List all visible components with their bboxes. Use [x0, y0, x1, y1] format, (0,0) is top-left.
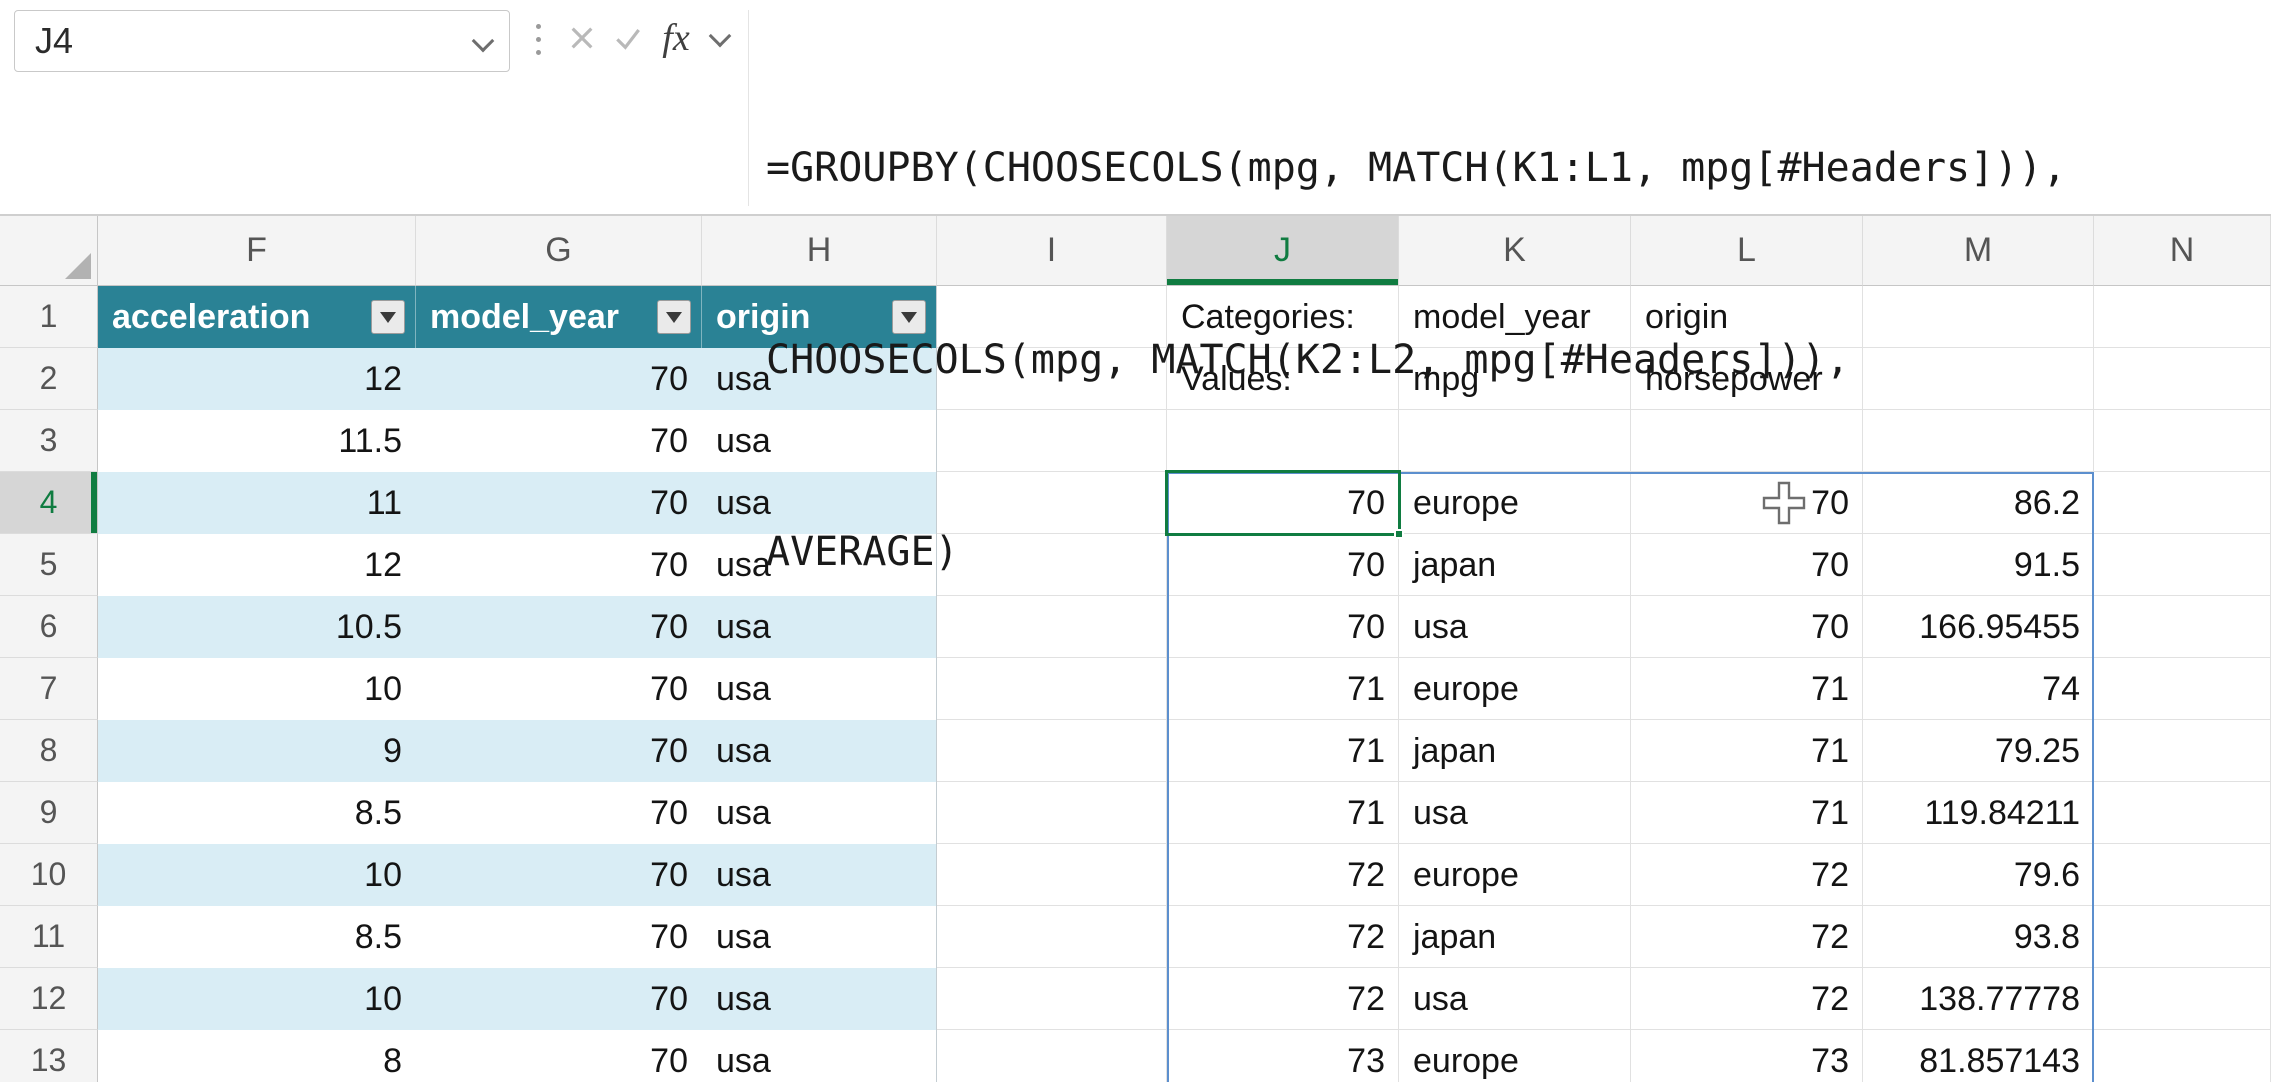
cell-G13[interactable]: 70: [416, 1030, 702, 1082]
cell-K11[interactable]: japan: [1399, 906, 1631, 968]
cell-G10[interactable]: 70: [416, 844, 702, 906]
cell-G7[interactable]: 70: [416, 658, 702, 720]
cell-H8[interactable]: usa: [702, 720, 937, 782]
cell-F8[interactable]: 9: [98, 720, 416, 782]
select-all-button[interactable]: [0, 216, 98, 286]
row-header-12[interactable]: 12: [0, 968, 98, 1030]
row-header-11[interactable]: 11: [0, 906, 98, 968]
cell-G11[interactable]: 70: [416, 906, 702, 968]
cell-F4[interactable]: 11: [98, 472, 416, 534]
cell-K12[interactable]: usa: [1399, 968, 1631, 1030]
cell-L10[interactable]: 72: [1631, 844, 1863, 906]
cell-G4[interactable]: 70: [416, 472, 702, 534]
cell-K13[interactable]: europe: [1399, 1030, 1631, 1082]
cell-K10[interactable]: europe: [1399, 844, 1631, 906]
filter-dropdown-button[interactable]: [371, 300, 405, 334]
cell-J12[interactable]: 72: [1167, 968, 1399, 1030]
cell-M10[interactable]: 79.6: [1863, 844, 2094, 906]
row-header-6[interactable]: 6: [0, 596, 98, 658]
cell-F5[interactable]: 12: [98, 534, 416, 596]
name-box-chevron-down-icon[interactable]: [472, 30, 495, 53]
row-header-1[interactable]: 1: [0, 286, 98, 348]
cell-L9[interactable]: 71: [1631, 782, 1863, 844]
table-header-label: acceleration: [112, 298, 371, 337]
cell-J13[interactable]: 73: [1167, 1030, 1399, 1082]
cell-L13[interactable]: 73: [1631, 1030, 1863, 1082]
column-header-F[interactable]: F: [98, 216, 416, 286]
cell-F7[interactable]: 10: [98, 658, 416, 720]
cell-H10[interactable]: usa: [702, 844, 937, 906]
name-box-value: J4: [35, 20, 475, 62]
cell-F11[interactable]: 8.5: [98, 906, 416, 968]
column-header-G[interactable]: G: [416, 216, 702, 286]
check-icon: [612, 22, 644, 54]
cell-K8[interactable]: japan: [1399, 720, 1631, 782]
cell-M13[interactable]: 81.857143: [1863, 1030, 2094, 1082]
formula-bar: J4 fx =GROUPBY(CHOOSECOLS(mpg, MATCH(K1:…: [0, 0, 2271, 216]
cell-G12[interactable]: 70: [416, 968, 702, 1030]
row-header-13[interactable]: 13: [0, 1030, 98, 1082]
cell-H11[interactable]: usa: [702, 906, 937, 968]
row-header-2[interactable]: 2: [0, 348, 98, 410]
cell-G2[interactable]: 70: [416, 348, 702, 410]
cell-H13[interactable]: usa: [702, 1030, 937, 1082]
cell-M11[interactable]: 93.8: [1863, 906, 2094, 968]
cell-H9[interactable]: usa: [702, 782, 937, 844]
cell-F10[interactable]: 10: [98, 844, 416, 906]
filter-dropdown-button[interactable]: [657, 300, 691, 334]
cell-K9[interactable]: usa: [1399, 782, 1631, 844]
x-icon: [566, 22, 598, 54]
cell-F12[interactable]: 10: [98, 968, 416, 1030]
filter-arrow-icon: [666, 312, 682, 323]
enter-button[interactable]: [606, 14, 650, 62]
name-box[interactable]: J4: [14, 10, 510, 72]
formula-bar-drag-dots-icon: [536, 24, 544, 64]
cell-J8[interactable]: 71: [1167, 720, 1399, 782]
cell-G6[interactable]: 70: [416, 596, 702, 658]
filter-arrow-icon: [380, 312, 396, 323]
cell-F6[interactable]: 10.5: [98, 596, 416, 658]
table-header-cell-G[interactable]: model_year: [416, 286, 702, 348]
cell-F9[interactable]: 8.5: [98, 782, 416, 844]
cancel-button[interactable]: [560, 14, 604, 62]
insert-function-button[interactable]: fx: [652, 14, 700, 62]
row-header-10[interactable]: 10: [0, 844, 98, 906]
cell-G5[interactable]: 70: [416, 534, 702, 596]
cell-G8[interactable]: 70: [416, 720, 702, 782]
cell-L11[interactable]: 72: [1631, 906, 1863, 968]
cell-F3[interactable]: 11.5: [98, 410, 416, 472]
formula-bar-expand-chevron-icon[interactable]: [709, 25, 732, 48]
cell-M12[interactable]: 138.77778: [1863, 968, 2094, 1030]
cell-H12[interactable]: usa: [702, 968, 937, 1030]
formula-line-2: CHOOSECOLS(mpg, MATCH(K2:L2, mpg[#Header…: [766, 328, 2263, 392]
row-header-5[interactable]: 5: [0, 534, 98, 596]
cell-F13[interactable]: 8: [98, 1030, 416, 1082]
row-header-8[interactable]: 8: [0, 720, 98, 782]
formula-input[interactable]: =GROUPBY(CHOOSECOLS(mpg, MATCH(K1:L1, mp…: [766, 8, 2263, 208]
table-header-label: model_year: [430, 298, 657, 337]
cell-M9[interactable]: 119.84211: [1863, 782, 2094, 844]
formula-line-3: AVERAGE): [766, 520, 2263, 584]
cell-G9[interactable]: 70: [416, 782, 702, 844]
cell-L8[interactable]: 71: [1631, 720, 1863, 782]
table-header-cell-F[interactable]: acceleration: [98, 286, 416, 348]
cell-G3[interactable]: 70: [416, 410, 702, 472]
select-all-triangle-icon: [65, 253, 91, 279]
formula-bar-separator: [748, 10, 749, 206]
row-header-3[interactable]: 3: [0, 410, 98, 472]
cell-M8[interactable]: 79.25: [1863, 720, 2094, 782]
cell-J11[interactable]: 72: [1167, 906, 1399, 968]
row-header-4[interactable]: 4: [0, 472, 98, 534]
cell-J10[interactable]: 72: [1167, 844, 1399, 906]
cell-J9[interactable]: 71: [1167, 782, 1399, 844]
cell-F2[interactable]: 12: [98, 348, 416, 410]
row-header-9[interactable]: 9: [0, 782, 98, 844]
row-header-7[interactable]: 7: [0, 658, 98, 720]
cell-L12[interactable]: 72: [1631, 968, 1863, 1030]
formula-line-1: =GROUPBY(CHOOSECOLS(mpg, MATCH(K1:L1, mp…: [766, 136, 2263, 200]
